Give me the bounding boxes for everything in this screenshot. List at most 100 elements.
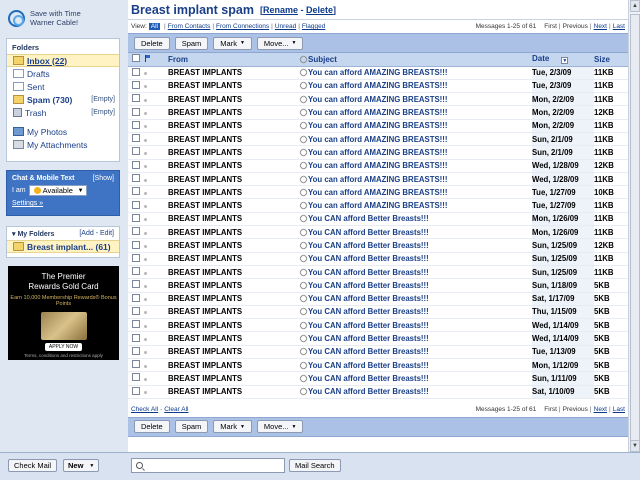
table-row[interactable]: BREAST IMPLANTS You can afford AMAZING BR… (128, 145, 628, 160)
row-checkbox[interactable] (132, 227, 140, 236)
row-checkbox[interactable] (132, 253, 140, 262)
column-from[interactable]: From (168, 53, 298, 67)
select-all-checkbox[interactable] (132, 54, 140, 63)
table-row[interactable]: BREAST IMPLANTS You CAN afford Better Bre… (128, 265, 628, 280)
row-subject[interactable]: You can afford AMAZING BREASTS!!! (308, 105, 532, 120)
spam-button[interactable]: Spam (174, 36, 209, 50)
row-subject[interactable]: You can afford AMAZING BREASTS!!! (308, 159, 532, 173)
row-subject[interactable]: You CAN afford Better Breasts!!! (308, 358, 532, 373)
row-checkbox[interactable] (132, 213, 140, 222)
row-from[interactable]: BREAST IMPLANTS (168, 292, 298, 306)
row-checkbox[interactable] (132, 107, 140, 116)
table-row[interactable]: BREAST IMPLANTS You CAN afford Better Bre… (128, 252, 628, 266)
row-subject[interactable]: You CAN afford Better Breasts!!! (308, 345, 532, 360)
row-from[interactable]: BREAST IMPLANTS (168, 172, 298, 187)
delete-folder-link[interactable]: Delete (306, 5, 333, 15)
previous-page-link-bottom[interactable]: Previous (563, 406, 588, 413)
row-subject[interactable]: You CAN afford Better Breasts!!! (308, 371, 532, 386)
row-from[interactable]: BREAST IMPLANTS (168, 92, 298, 107)
row-checkbox[interactable] (132, 320, 140, 329)
row-from[interactable]: BREAST IMPLANTS (168, 331, 298, 346)
row-subject[interactable]: You CAN afford Better Breasts!!! (308, 331, 532, 346)
row-checkbox[interactable] (132, 134, 140, 143)
row-subject[interactable]: You can afford AMAZING BREASTS!!! (308, 172, 532, 187)
row-subject[interactable]: You can afford AMAZING BREASTS!!! (308, 198, 532, 213)
new-button[interactable]: New ▼ (63, 459, 100, 472)
row-from[interactable]: BREAST IMPLANTS (168, 119, 298, 133)
table-row[interactable]: BREAST IMPLANTS You can afford AMAZING BR… (128, 105, 628, 120)
search-input[interactable] (131, 458, 285, 473)
row-checkbox[interactable] (132, 373, 140, 382)
row-from[interactable]: BREAST IMPLANTS (168, 385, 298, 399)
table-row[interactable]: BREAST IMPLANTS You can afford AMAZING BR… (128, 172, 628, 187)
table-row[interactable]: BREAST IMPLANTS You can afford AMAZING BR… (128, 132, 628, 147)
row-checkbox[interactable] (132, 386, 140, 395)
my-photos-link[interactable]: My Photos (7, 125, 119, 138)
row-subject[interactable]: You CAN afford Better Breasts!!! (308, 212, 532, 227)
table-row[interactable]: BREAST IMPLANTS You can afford AMAZING BR… (128, 159, 628, 173)
row-subject[interactable]: You can afford AMAZING BREASTS!!! (308, 92, 532, 107)
table-row[interactable]: BREAST IMPLANTS You CAN afford Better Bre… (128, 292, 628, 306)
column-subject[interactable]: Subject (308, 53, 532, 67)
column-date[interactable]: Date ▼ (532, 53, 594, 67)
row-subject[interactable]: You can afford AMAZING BREASTS!!! (308, 185, 532, 200)
table-row[interactable]: BREAST IMPLANTS You CAN afford Better Bre… (128, 238, 628, 253)
row-from[interactable]: BREAST IMPLANTS (168, 252, 298, 266)
row-from[interactable]: BREAST IMPLANTS (168, 318, 298, 333)
empty-spam-link[interactable]: [Empty] (91, 96, 115, 103)
row-checkbox[interactable] (132, 94, 140, 103)
search-field[interactable] (147, 461, 277, 470)
rename-folder-link[interactable]: Rename (263, 5, 298, 15)
row-checkbox[interactable] (132, 174, 140, 183)
move-button-bottom[interactable]: Move... ▼ (256, 420, 304, 434)
add-edit-folders-link[interactable]: [Add - Edit] (79, 230, 114, 238)
column-size[interactable]: Size (594, 53, 628, 67)
row-checkbox[interactable] (132, 306, 140, 315)
row-checkbox[interactable] (132, 346, 140, 355)
filter-unread[interactable]: Unread (275, 23, 296, 30)
scroll-thumb[interactable] (630, 14, 640, 450)
delete-button[interactable]: Delete (134, 36, 170, 50)
table-row[interactable]: BREAST IMPLANTS You CAN afford Better Bre… (128, 358, 628, 373)
filter-from-connections[interactable]: From Connections (216, 23, 269, 30)
row-checkbox[interactable] (132, 80, 140, 89)
chat-settings-link[interactable]: Settings » (7, 196, 119, 207)
table-row[interactable]: BREAST IMPLANTS You can afford AMAZING BR… (128, 66, 628, 80)
row-from[interactable]: BREAST IMPLANTS (168, 132, 298, 147)
next-page-link-bottom[interactable]: Next (594, 406, 607, 413)
row-subject[interactable]: You CAN afford Better Breasts!!! (308, 292, 532, 306)
row-subject[interactable]: You CAN afford Better Breasts!!! (308, 252, 532, 266)
filter-from-contacts[interactable]: From Contacts (168, 23, 211, 30)
row-subject[interactable]: You can afford AMAZING BREASTS!!! (308, 66, 532, 80)
row-checkbox[interactable] (132, 267, 140, 276)
row-from[interactable]: BREAST IMPLANTS (168, 278, 298, 293)
row-from[interactable]: BREAST IMPLANTS (168, 198, 298, 213)
table-row[interactable]: BREAST IMPLANTS You CAN afford Better Bre… (128, 278, 628, 293)
folder-spam[interactable]: Spam (730) [Empty] (7, 93, 119, 106)
filter-flagged[interactable]: Flagged (302, 23, 326, 30)
row-from[interactable]: BREAST IMPLANTS (168, 145, 298, 160)
table-row[interactable]: BREAST IMPLANTS You CAN afford Better Bre… (128, 318, 628, 333)
scroll-up-icon[interactable]: ▲ (630, 0, 640, 12)
row-subject[interactable]: You can afford AMAZING BREASTS!!! (308, 145, 532, 160)
folder-breast-implant[interactable]: Breast implant... (61) (7, 240, 119, 253)
row-subject[interactable]: You CAN afford Better Breasts!!! (308, 385, 532, 399)
row-from[interactable]: BREAST IMPLANTS (168, 345, 298, 360)
table-row[interactable]: BREAST IMPLANTS You CAN afford Better Bre… (128, 371, 628, 386)
mark-button[interactable]: Mark ▼ (213, 36, 252, 50)
row-checkbox[interactable] (132, 147, 140, 156)
check-all-link[interactable]: Check All (131, 406, 158, 413)
chat-show-link[interactable]: [Show] (93, 175, 114, 182)
row-from[interactable]: BREAST IMPLANTS (168, 265, 298, 280)
spam-button-bottom[interactable]: Spam (174, 420, 209, 434)
row-from[interactable]: BREAST IMPLANTS (168, 79, 298, 94)
my-attachments-link[interactable]: My Attachments (7, 138, 119, 151)
table-row[interactable]: BREAST IMPLANTS You can afford AMAZING BR… (128, 198, 628, 213)
ad-apply-button[interactable]: APPLY NOW (44, 343, 83, 351)
table-row[interactable]: BREAST IMPLANTS You CAN afford Better Bre… (128, 345, 628, 360)
delete-button-bottom[interactable]: Delete (134, 420, 170, 434)
row-from[interactable]: BREAST IMPLANTS (168, 185, 298, 200)
first-page-link[interactable]: First (544, 23, 557, 30)
gold-card-ad[interactable]: The Premier Rewards Gold Card Earn 10,00… (8, 266, 119, 360)
flag-icon[interactable] (145, 54, 151, 62)
